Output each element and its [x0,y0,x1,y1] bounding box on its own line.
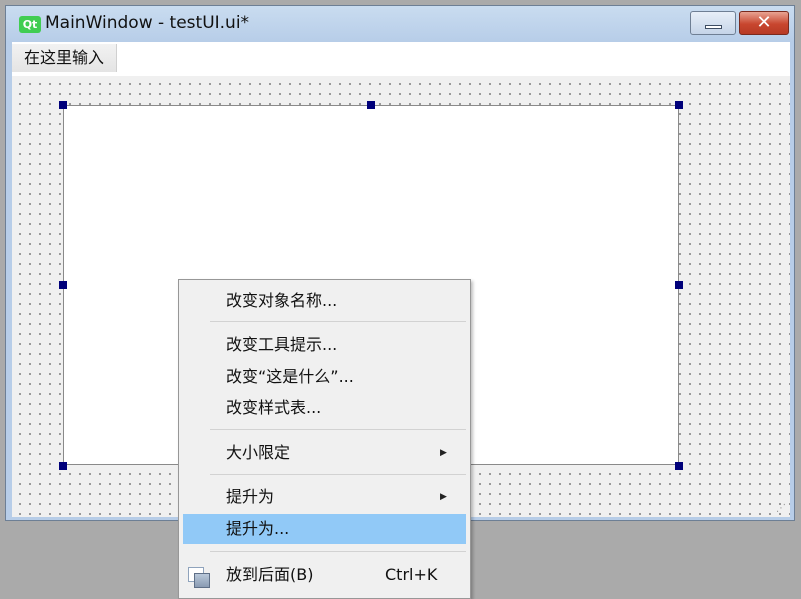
qt-logo-icon: Qt [19,16,41,33]
menu-item-size-constraints[interactable]: 大小限定 ▶ [183,438,466,468]
size-grip-icon[interactable]: ⋰ [776,503,786,514]
minimize-icon [705,25,722,29]
resize-handle-top[interactable] [367,101,375,109]
title-bar[interactable]: Qt MainWindow - testUI.ui* ✕ [6,6,794,42]
menu-separator [210,474,466,475]
resize-handle-top-right[interactable] [675,101,683,109]
resize-handle-top-left[interactable] [59,101,67,109]
menu-item-label: 提升为 [226,487,275,506]
minimize-button[interactable] [690,11,736,35]
menu-item-shortcut: Ctrl+K [385,565,438,584]
send-to-back-icon [188,567,210,588]
menu-item-label: 放到后面(B) [226,565,314,584]
menu-bar: 在这里输入 [12,42,790,76]
menu-item-label: 改变“这是什么”... [226,367,354,386]
menu-item-label: 提升为... [226,519,290,538]
menu-item-change-stylesheet[interactable]: 改变样式表... [183,393,466,423]
menu-item-change-object-name[interactable]: 改变对象名称... [183,286,466,316]
close-button[interactable]: ✕ [739,11,789,35]
resize-handle-bottom-left[interactable] [59,462,67,470]
close-icon: ✕ [756,12,772,33]
submenu-arrow-icon: ▶ [440,492,447,502]
menu-item-promote-to[interactable]: 提升为 ▶ [183,482,466,512]
menu-item-change-whats-this[interactable]: 改变“这是什么”... [183,362,466,392]
resize-handle-left[interactable] [59,281,67,289]
window-title: MainWindow - testUI.ui* [45,13,250,33]
menu-item-label: 大小限定 [226,443,291,462]
menu-item-promote-to-dialog[interactable]: 提升为... [183,514,466,544]
menu-separator [210,429,466,430]
menu-item-label: 改变样式表... [226,398,322,417]
context-menu: 改变对象名称... 改变工具提示... 改变“这是什么”... 改变样式表...… [178,279,471,599]
menu-item-change-tooltip[interactable]: 改变工具提示... [183,330,466,360]
resize-handle-bottom-right[interactable] [675,462,683,470]
menu-item-label: 改变工具提示... [226,335,338,354]
menu-type-here[interactable]: 在这里输入 [12,44,118,72]
menu-separator [210,551,466,552]
resize-handle-right[interactable] [675,281,683,289]
menu-separator [210,321,466,322]
menu-item-send-to-back[interactable]: 放到后面(B) Ctrl+K [183,560,466,590]
menu-item-label: 改变对象名称... [226,291,338,310]
submenu-arrow-icon: ▶ [440,448,447,458]
